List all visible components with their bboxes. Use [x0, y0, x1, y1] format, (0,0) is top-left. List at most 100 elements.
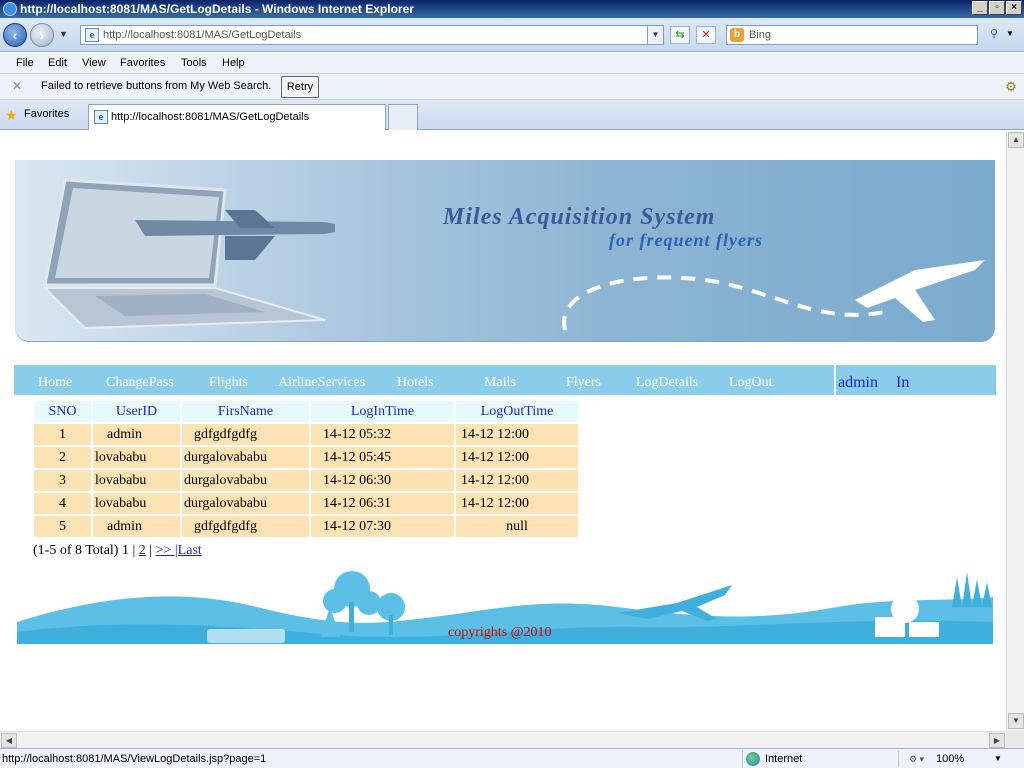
cell-sno: 5 [34, 516, 91, 537]
window-title-bar: http://localhost:8081/MAS/GetLogDetails … [0, 0, 1024, 18]
nav-logdetails[interactable]: LogDetails [636, 375, 698, 391]
cell-logouttime: 14-12 12:00 [456, 447, 578, 468]
cell-userid: lovababu [93, 447, 180, 468]
cell-logouttime: 14-12 12:00 [456, 493, 578, 514]
horizontal-scrollbar[interactable]: ◀ ▶ [0, 731, 1006, 748]
pagination-summary: (1-5 of 8 Total) 1 | [33, 543, 136, 558]
maximize-button[interactable]: ▫ [989, 1, 1005, 15]
menu-favorites[interactable]: Favorites [120, 57, 165, 69]
nav-flights[interactable]: Flights [209, 375, 248, 391]
close-window-button[interactable]: × [1006, 1, 1022, 15]
page-2-link[interactable]: 2 [139, 543, 146, 558]
cell-userid: admin [93, 516, 180, 537]
nav-airlineservices[interactable]: AirlineServices [278, 375, 365, 391]
cell-logintime: 14-12 05:32 [311, 424, 454, 445]
toolbar-options-icon[interactable]: ⚙ [1003, 79, 1019, 95]
header-firstname: FirsName [182, 401, 309, 422]
search-box[interactable]: b Bing [726, 25, 978, 45]
cell-userid: admin [93, 424, 180, 445]
window-title: http://localhost:8081/MAS/GetLogDetails … [20, 2, 414, 16]
cell-logintime: 14-12 07:30 [311, 516, 454, 537]
tab-active[interactable]: e http://localhost:8081/MAS/GetLogDetail… [88, 104, 386, 130]
pagination: (1-5 of 8 Total) 1 | 2 | >> |Last [33, 543, 202, 559]
refresh-icon[interactable]: ⇆ [670, 26, 690, 44]
next-last-link[interactable]: >> |Last [156, 543, 202, 558]
stop-icon[interactable]: ✕ [696, 26, 716, 44]
tab-title: http://localhost:8081/MAS/GetLogDetails [111, 111, 310, 123]
tab-page-icon: e [94, 110, 108, 124]
back-button[interactable]: ‹ [3, 23, 27, 47]
menu-tools[interactable]: Tools [181, 57, 207, 69]
close-toolbar-icon[interactable]: ✕ [10, 79, 24, 93]
search-toolbar: ✕ Failed to retrieve buttons from My Web… [0, 74, 1024, 100]
nav-home[interactable]: Home [38, 375, 72, 391]
favorites-button[interactable]: Favorites [24, 108, 69, 120]
footer: copyrights @2010 [17, 567, 993, 644]
nav-flyers[interactable]: Flyers [566, 375, 601, 391]
cell-logintime: 14-12 05:45 [311, 447, 454, 468]
nav-hotels[interactable]: Hotels [397, 375, 434, 391]
scroll-left-icon[interactable]: ◀ [1, 733, 17, 748]
scroll-up-icon[interactable]: ▲ [1008, 132, 1024, 148]
vertical-scrollbar[interactable]: ▲ ▼ [1006, 131, 1024, 731]
search-options-dropdown-icon[interactable]: ▼ [1006, 29, 1014, 38]
header-logouttime: LogOutTime [456, 401, 578, 422]
ie-logo-icon [3, 2, 17, 16]
new-tab-button[interactable] [388, 104, 418, 130]
header-banner: Miles Acquisition System for frequent fl… [15, 160, 995, 342]
forward-button[interactable]: › [30, 23, 54, 47]
favorites-star-icon[interactable]: ★ [5, 107, 18, 123]
page-content: Miles Acquisition System for frequent fl… [0, 131, 1006, 731]
cell-logintime: 14-12 06:30 [311, 470, 454, 491]
table-row: 2 lovababu durgalovababu 14-12 05:45 14-… [34, 447, 578, 468]
menu-bar: File Edit View Favorites Tools Help [0, 53, 1024, 74]
zoom-dropdown-icon[interactable]: ▼ [994, 754, 1002, 763]
table-row: 3 lovababu durgalovababu 14-12 06:30 14-… [34, 470, 578, 491]
nav-changepass[interactable]: ChangePass [106, 375, 174, 391]
cell-logouttime: null [456, 516, 578, 537]
cell-firstname: durgalovababu [182, 493, 309, 514]
retry-button[interactable]: Retry [281, 76, 319, 98]
bing-logo-icon: b [730, 28, 744, 42]
table-row: 1 admin gdfgdfgdfg 14-12 05:32 14-12 12:… [34, 424, 578, 445]
address-toolbar: ‹ › ▼ e http://localhost:8081/MAS/GetLog… [0, 18, 1024, 52]
recent-pages-dropdown-icon[interactable]: ▼ [59, 29, 68, 39]
internet-globe-icon [746, 752, 760, 766]
menu-file[interactable]: File [16, 57, 34, 69]
user-status-box: admin In [834, 365, 996, 395]
address-dropdown-icon[interactable]: ▼ [647, 26, 663, 44]
page-icon: e [85, 28, 99, 42]
cell-firstname: durgalovababu [182, 447, 309, 468]
address-bar[interactable]: e http://localhost:8081/MAS/GetLogDetail… [80, 25, 664, 45]
copyright-text: copyrights @2010 [448, 625, 552, 640]
minimize-button[interactable]: _ [972, 1, 988, 15]
banner-subtitle: for frequent flyers [609, 230, 763, 250]
scroll-down-icon[interactable]: ▼ [1008, 713, 1024, 729]
cell-firstname: gdfgdfgdfg [182, 516, 309, 537]
security-zone: Internet [742, 750, 802, 768]
cell-userid: lovababu [93, 470, 180, 491]
zone-label: Internet [765, 753, 803, 765]
search-icon[interactable]: ⚲ [984, 26, 1004, 44]
menu-view[interactable]: View [82, 57, 106, 69]
header-userid: UserID [93, 401, 180, 422]
search-input[interactable]: Bing [749, 29, 771, 41]
flight-path-airplane-icon [562, 260, 985, 331]
banner-title: Miles Acquisition System [443, 204, 716, 230]
zoom-level[interactable]: 100% [936, 753, 964, 765]
nav-mails[interactable]: Mails [484, 375, 516, 391]
protected-mode-icon[interactable]: ⚙ ▾ [898, 751, 934, 767]
nav-logout[interactable]: LogOut [729, 375, 773, 391]
header-sno: SNO [34, 401, 91, 422]
current-user: admin [838, 374, 878, 391]
laptop-airplane-illustration [42, 178, 335, 330]
log-details-table: SNO UserID FirsName LogInTime LogOutTime… [32, 399, 580, 539]
main-nav: Home ChangePass Flights AirlineServices … [14, 365, 996, 395]
cell-sno: 2 [34, 447, 91, 468]
table-row: 5 admin gdfgdfgdfg 14-12 07:30 null [34, 516, 578, 537]
address-input[interactable]: http://localhost:8081/MAS/GetLogDetails [103, 29, 301, 41]
scroll-right-icon[interactable]: ▶ [989, 733, 1005, 748]
menu-help[interactable]: Help [222, 57, 245, 69]
menu-edit[interactable]: Edit [48, 57, 67, 69]
table-header-row: SNO UserID FirsName LogInTime LogOutTime [34, 401, 578, 422]
